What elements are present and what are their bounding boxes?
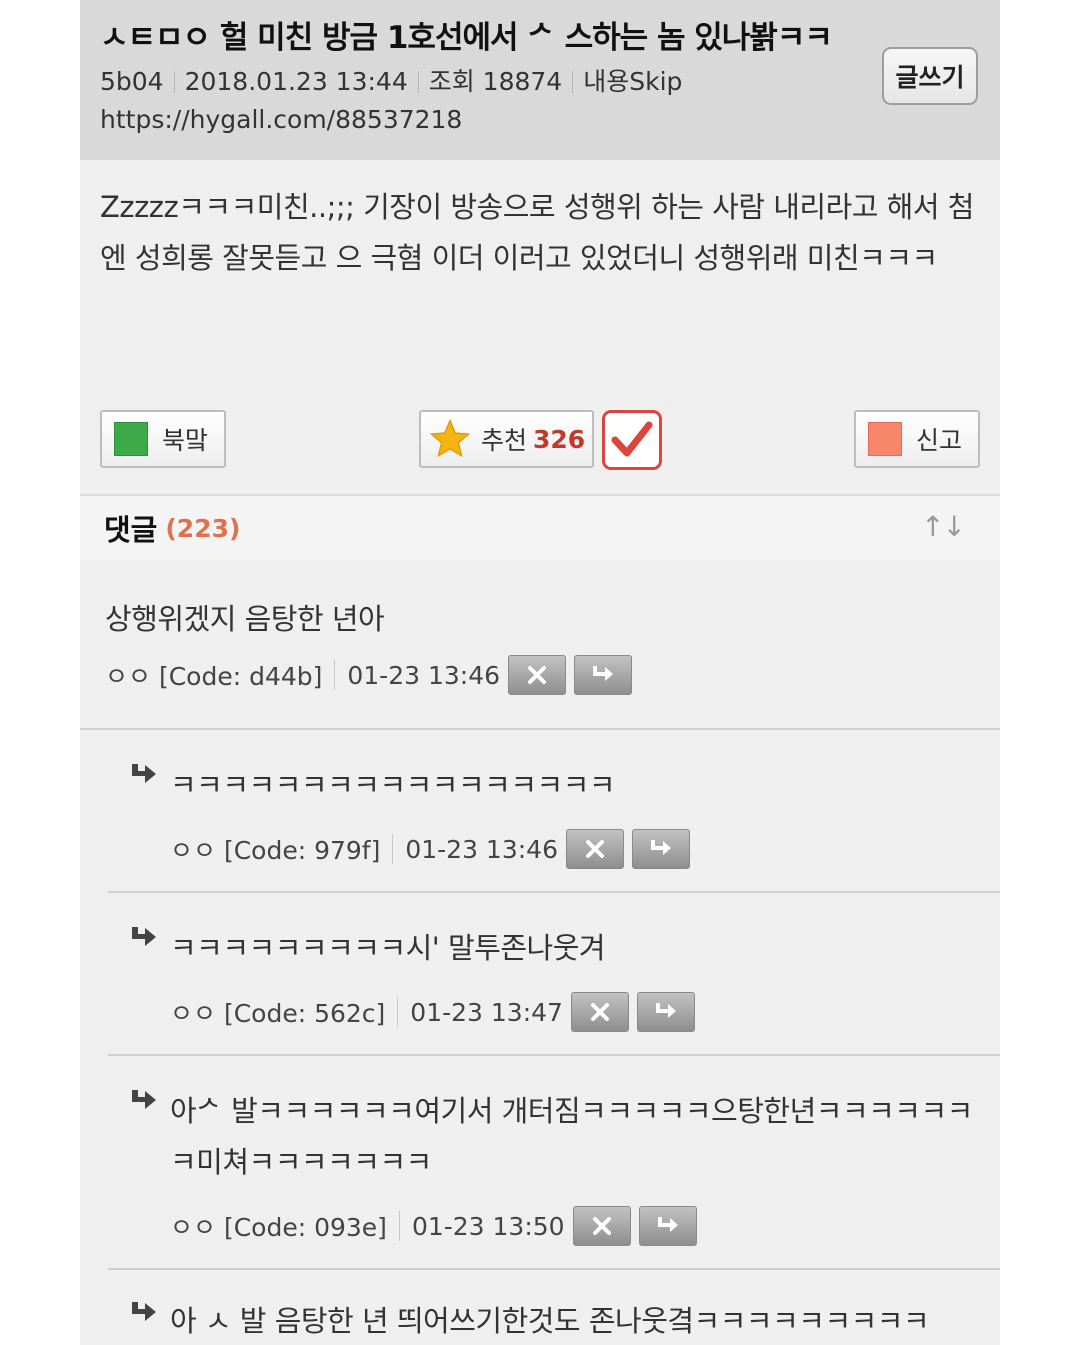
- divider: [397, 997, 399, 1027]
- skip-link[interactable]: 내용Skip: [583, 67, 682, 96]
- post-meta: 5b04 2018.01.23 13:44 조회 18874 내용Skip: [100, 64, 980, 100]
- reply-item: ㅋㅋㅋㅋㅋㅋㅋㅋㅋ시' 말투존나웃겨 ㅇㅇ [Code: 562c] 01-23…: [108, 893, 1000, 1056]
- comments-title: 댓글: [104, 513, 158, 547]
- comment-author: ㅇㅇ [Code: 562c]: [170, 999, 386, 1028]
- reply-item: 아 ㅅ 발 음탕한 년 띄어쓰기한것도 존나웃곀ㅋㅋㅋㅋㅋㅋㅋㅋㅋ: [108, 1270, 1000, 1345]
- delete-button[interactable]: [508, 655, 567, 695]
- star-icon: [429, 418, 471, 458]
- comment-meta: ㅇㅇ [Code: d44b] 01-23 13:46: [105, 655, 976, 695]
- close-icon: [590, 1003, 609, 1021]
- comment-time: 01-23 13:50: [411, 1211, 565, 1241]
- reply-indicator-icon: [132, 927, 156, 946]
- comments-header: 댓글 (223) ↑↓: [80, 494, 1000, 560]
- reply-indicator-icon: [132, 764, 156, 783]
- recommend-count: 326: [533, 424, 586, 454]
- divider: [572, 71, 574, 93]
- comment-author: ㅇㅇ [Code: 093e]: [170, 1213, 387, 1242]
- divider: [398, 1211, 400, 1241]
- reply-item: 아ᄼ 발ㅋㅋㅋㅋㅋㅋ여기서 개터짐ㅋㅋㅋㅋㅋ으탕한년ㅋㅋㅋㅋㅋㅋㅋ미쳐ㅋㅋㅋㅋㅋ…: [108, 1056, 1000, 1270]
- report-icon: [868, 422, 902, 456]
- reply-arrow-icon: [650, 840, 671, 855]
- checkmark-button[interactable]: [602, 410, 662, 470]
- checkmark-icon: [611, 421, 653, 457]
- recommend-button[interactable]: 추천 326: [419, 410, 594, 468]
- comment-author: ㅇㅇ [Code: 979f]: [170, 836, 381, 865]
- comment-author: ㅇㅇ [Code: d44b]: [105, 662, 323, 691]
- comment-meta: ㅇㅇ [Code: 562c] 01-23 13:47: [170, 992, 1000, 1032]
- bookmark-button[interactable]: 북맠: [100, 410, 226, 468]
- comment-time: 01-23 13:46: [405, 834, 558, 864]
- comment-text: ㅋㅋㅋㅋㅋㅋㅋㅋㅋㅋㅋㅋㅋㅋㅋㅋㅋ: [170, 768, 616, 802]
- divider: [392, 834, 394, 864]
- reply-arrow-icon: [657, 1217, 678, 1232]
- recommend-label: 추천: [481, 426, 528, 455]
- comment-meta: ㅇㅇ [Code: 093e] 01-23 13:50: [170, 1206, 980, 1246]
- close-icon: [592, 1217, 611, 1235]
- post-date: 2018.01.23 13:44: [184, 67, 408, 96]
- sort-icon[interactable]: ↑↓: [921, 510, 966, 543]
- post-page: ㅅㅌㅁㅇ 헐 미친 방금 1호선에서 ᄼ 스하는 놈 있나봙ㅋㅋ 5b04 201…: [80, 0, 1000, 1345]
- write-button[interactable]: 글쓰기: [882, 47, 978, 105]
- post-title[interactable]: ㅅㅌㅁㅇ 헐 미친 방금 1호선에서 ᄼ 스하는 놈 있나봙ㅋㅋ: [100, 18, 880, 58]
- bookmark-icon: [114, 422, 148, 456]
- divider: [173, 71, 175, 93]
- post-author: 5b04: [100, 67, 164, 96]
- close-icon: [585, 840, 604, 858]
- comments-count: (223): [165, 513, 241, 543]
- reply-indicator-icon: [132, 1090, 156, 1109]
- report-label: 신고: [916, 426, 963, 455]
- reply-indicator-icon: [132, 1302, 156, 1321]
- comment-time: 01-23 13:46: [347, 660, 501, 690]
- comment-text: 상행위겠지 음탕한 년아: [105, 602, 385, 636]
- delete-button[interactable]: [572, 1206, 631, 1246]
- comment-text: 아 ㅅ 발 음탕한 년 띄어쓰기한것도 존나웃곀ㅋㅋㅋㅋㅋㅋㅋㅋㅋ: [170, 1304, 930, 1338]
- reply-button[interactable]: [574, 655, 633, 695]
- reply-button[interactable]: [638, 1206, 697, 1246]
- divider: [334, 660, 336, 690]
- post-views: 조회 18874: [428, 67, 563, 96]
- comment-meta: ㅇㅇ [Code: 979f] 01-23 13:46: [170, 829, 1000, 869]
- reply-arrow-icon: [593, 666, 614, 681]
- reply-item: ㅋㅋㅋㅋㅋㅋㅋㅋㅋㅋㅋㅋㅋㅋㅋㅋㅋ ㅇㅇ [Code: 979f] 01-23 …: [108, 730, 1000, 893]
- comment-text: 아ᄼ 발ㅋㅋㅋㅋㅋㅋ여기서 개터짐ㅋㅋㅋㅋㅋ으탕한년ㅋㅋㅋㅋㅋㅋㅋ미쳐ㅋㅋㅋㅋㅋ…: [170, 1094, 973, 1179]
- divider: [417, 71, 419, 93]
- post-url[interactable]: https://hygall.com/88537218: [100, 102, 980, 138]
- comment-text: ㅋㅋㅋㅋㅋㅋㅋㅋㅋ시' 말투존나웃겨: [170, 931, 606, 965]
- delete-button[interactable]: [565, 829, 624, 869]
- comment-item: 상행위겠지 음탕한 년아 ㅇㅇ [Code: d44b] 01-23 13:46: [80, 560, 1000, 730]
- reply-button[interactable]: [631, 829, 690, 869]
- reply-button[interactable]: [636, 992, 695, 1032]
- report-button[interactable]: 신고: [854, 410, 980, 468]
- close-icon: [528, 666, 547, 684]
- bookmark-label: 북맠: [162, 426, 209, 455]
- reply-arrow-icon: [655, 1003, 676, 1018]
- action-bar: 북맠 추천 326 신고: [80, 410, 1000, 494]
- post-header: ㅅㅌㅁㅇ 헐 미친 방금 1호선에서 ᄼ 스하는 놈 있나봙ㅋㅋ 5b04 201…: [80, 0, 1000, 160]
- comment-time: 01-23 13:47: [410, 997, 563, 1027]
- delete-button[interactable]: [570, 992, 629, 1032]
- post-body: Zzzzzㅋㅋㅋ미친..;;; 기장이 방송으로 성행위 하는 사람 내리라고 …: [100, 190, 974, 275]
